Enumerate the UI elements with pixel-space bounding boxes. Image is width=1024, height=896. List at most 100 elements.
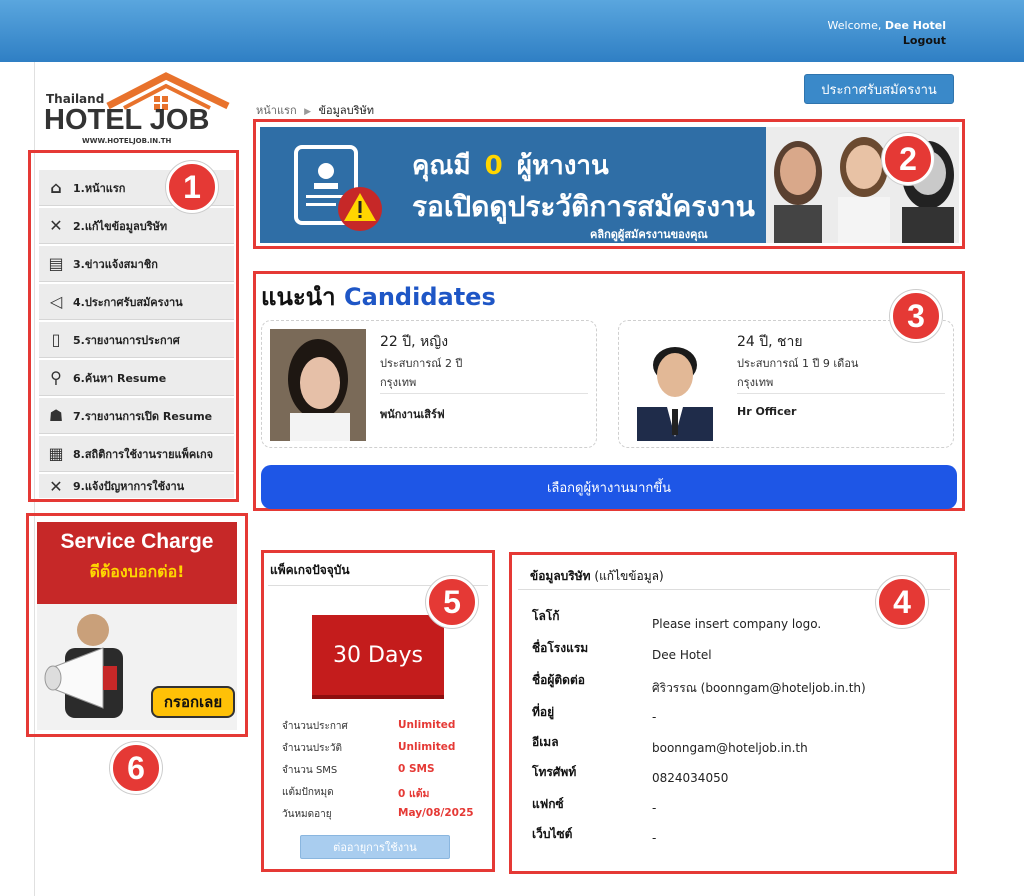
company-field-label: เว็บไซต์ bbox=[532, 827, 573, 841]
candidate-position: พนักงานเสิร์ฟ bbox=[380, 408, 445, 421]
package-row: แต้มปักหมุด 0 แต้ม bbox=[282, 785, 482, 800]
callout-badge-3: 3 bbox=[890, 290, 942, 342]
company-field-label: ชื่อโรงแรม bbox=[532, 641, 589, 655]
sidebar-item-resume-report[interactable]: ☗ 7.รายงานการเปิด Resume bbox=[39, 398, 234, 434]
package-row: จำนวนประกาศ Unlimited bbox=[282, 719, 482, 734]
package-row-value: Unlimited bbox=[398, 719, 456, 731]
callout-badge-2: 2 bbox=[882, 133, 934, 185]
sidebar-item-label: 3.ข่าวแจ้งสมาชิก bbox=[73, 257, 158, 271]
banner-panel: คุณมี 0 ผู้หางาน รอเปิดดูประวัติการสมัครงา… bbox=[260, 127, 959, 243]
applicants-banner[interactable]: คุณมี 0 ผู้หางาน รอเปิดดูประวัติการสมัครงา… bbox=[253, 119, 965, 249]
company-field-label: โทรศัพท์ bbox=[532, 765, 577, 779]
logo-line2: HOTEL JOB bbox=[44, 104, 210, 136]
post-job-button[interactable]: ประกาศรับสมัครงาน bbox=[804, 74, 954, 104]
home-icon: ⌂ bbox=[50, 178, 62, 197]
candidate-experience: ประสบการณ์ 1 ปี 9 เดือน bbox=[737, 357, 859, 370]
sidebar-item-label: 2.แก้ไขข้อมูลบริษัท bbox=[73, 219, 168, 233]
banner-prefix: คุณมี bbox=[412, 151, 471, 181]
package-row-value: Unlimited bbox=[398, 741, 456, 753]
more-candidates-button[interactable]: เลือกดูผู้หางานมากขึ้น bbox=[261, 465, 957, 509]
user-name: Dee Hotel bbox=[884, 19, 946, 32]
company-field-value: Please insert company logo. bbox=[652, 617, 822, 631]
sidebar-item-post-report[interactable]: ▯ 5.รายงานการประกาศ bbox=[39, 322, 234, 358]
sidebar-item-search-resume[interactable]: ⚲ 6.ค้นหา Resume bbox=[39, 360, 234, 396]
company-field-label: โลโก้ bbox=[532, 609, 560, 623]
callout-badge-1: 1 bbox=[166, 161, 218, 213]
card-divider bbox=[380, 393, 588, 394]
package-row: จำนวนประวัติ Unlimited bbox=[282, 741, 482, 756]
candidates-title-th: แนะนำ bbox=[261, 283, 336, 311]
promo-subtitle: ดีต้องบอกต่อ! bbox=[89, 562, 185, 581]
tools-icon: ✕ bbox=[49, 476, 63, 496]
company-field-value: - bbox=[652, 710, 657, 724]
candidate-age: 22 ปี, หญิง bbox=[380, 334, 449, 350]
package-row-label: จำนวนประกาศ bbox=[282, 721, 348, 732]
candidates-title-en: Candidates bbox=[344, 283, 496, 311]
banner-link[interactable]: คลิกดูผู้สมัครงานของคุณ bbox=[590, 225, 708, 243]
candidate-location: กรุงเทพ bbox=[737, 376, 774, 389]
service-charge-promo[interactable]: Service Charge ดีต้องบอกต่อ! กรอกเลย bbox=[26, 513, 248, 737]
candidate-card[interactable]: 22 ปี, หญิง ประสบการณ์ 2 ปี กรุงเทพ พนัก… bbox=[261, 320, 597, 448]
company-field-value: - bbox=[652, 831, 657, 845]
search-person-icon: ⚲ bbox=[50, 368, 62, 387]
package-row: วันหมดอายุ May/08/2025 bbox=[282, 807, 482, 822]
sidebar-item-report-problem[interactable]: ✕ 9.แจ้งปัญหาการใช้งาน bbox=[39, 474, 234, 498]
sidebar-item-label: 6.ค้นหา Resume bbox=[73, 371, 167, 385]
sidebar-item-edit-company[interactable]: ✕ 2.แก้ไขข้อมูลบริษัท bbox=[39, 208, 234, 244]
company-field-value: boonngam@hoteljob.in.th bbox=[652, 741, 808, 755]
promo-fill-button[interactable]: กรอกเลย bbox=[151, 686, 235, 718]
megaphone-person-icon bbox=[44, 614, 123, 718]
package-row-label: แต้มปักหมุด bbox=[282, 787, 334, 798]
package-row-value: May/08/2025 bbox=[398, 807, 474, 819]
sidebar-item-post-job[interactable]: ◁ 4.ประกาศรับสมัครงาน bbox=[39, 284, 234, 320]
candidate-photo bbox=[270, 329, 366, 441]
sidebar-item-label: 9.แจ้งปัญหาการใช้งาน bbox=[73, 480, 185, 493]
renew-package-button[interactable]: ต่ออายุการใช้งาน bbox=[300, 835, 450, 859]
company-field-label: แฟกซ์ bbox=[532, 797, 564, 811]
company-field-label: ที่อยู่ bbox=[532, 705, 555, 719]
document-icon: ▯ bbox=[51, 330, 61, 349]
sidebar-item-label: 1.หน้าแรก bbox=[73, 181, 126, 195]
package-title: แพ็คเกจปัจจุบัน bbox=[270, 563, 350, 577]
package-row-value: 0 SMS bbox=[398, 763, 435, 775]
package-row-label: จำนวนประวัติ bbox=[282, 743, 342, 754]
sidebar-item-label: 4.ประกาศรับสมัครงาน bbox=[73, 295, 183, 309]
company-field-value: ศิริวรรณ (boonngam@hoteljob.in.th) bbox=[652, 681, 866, 695]
site-logo[interactable]: Thailand HOTEL JOB WWW.HOTELJOB.IN.TH bbox=[42, 72, 237, 152]
package-days: 30 Days bbox=[312, 615, 444, 699]
edit-company-link[interactable]: (แก้ไขข้อมูล) bbox=[594, 569, 663, 583]
callout-badge-4: 4 bbox=[876, 576, 928, 628]
logo-url: WWW.HOTELJOB.IN.TH bbox=[82, 137, 172, 145]
sidebar-item-label: 5.รายงานการประกาศ bbox=[73, 333, 180, 347]
megaphone-icon: ◁ bbox=[49, 292, 63, 311]
top-bar: Welcome, Dee Hotel Logout bbox=[0, 0, 1024, 62]
company-field-value: - bbox=[652, 801, 657, 815]
applicant-count: 0 bbox=[484, 151, 503, 181]
sidebar-item-label: 7.รายงานการเปิด Resume bbox=[73, 409, 213, 423]
banner-suffix: ผู้หางาน bbox=[516, 151, 609, 181]
package-row-value: 0 แต้ม bbox=[398, 788, 430, 800]
card-divider bbox=[737, 393, 945, 394]
breadcrumb-home[interactable]: หน้าแรก bbox=[256, 104, 297, 117]
logout-link[interactable]: Logout bbox=[903, 34, 946, 47]
company-info-header: ข้อมูลบริษัท (แก้ไขข้อมูล) bbox=[530, 567, 664, 586]
candidate-location: กรุงเทพ bbox=[380, 376, 417, 389]
promo-title: Service Charge bbox=[60, 530, 214, 553]
sidebar-item-news[interactable]: ▤ 3.ข่าวแจ้งสมาชิก bbox=[39, 246, 234, 282]
company-info-title: ข้อมูลบริษัท bbox=[530, 569, 591, 583]
company-field-value: Dee Hotel bbox=[652, 648, 712, 662]
package-row-label: วันหมดอายุ bbox=[282, 809, 332, 820]
candidate-age: 24 ปี, ชาย bbox=[737, 334, 803, 350]
company-field-label: ชื่อผู้ติดต่อ bbox=[532, 673, 585, 687]
candidate-photo bbox=[627, 329, 723, 441]
breadcrumb-current: ข้อมูลบริษัท bbox=[318, 104, 375, 117]
stats-icon: ▦ bbox=[48, 444, 64, 463]
sidebar-item-label: 8.สถิติการใช้งานรายแพ็คเกจ bbox=[73, 447, 214, 461]
profile-warning-icon bbox=[294, 145, 382, 231]
candidate-experience: ประสบการณ์ 2 ปี bbox=[380, 357, 463, 370]
sidebar-item-package-stats[interactable]: ▦ 8.สถิติการใช้งานรายแพ็คเกจ bbox=[39, 436, 234, 472]
breadcrumb: หน้าแรก ▶ ข้อมูลบริษัท bbox=[256, 101, 374, 119]
candidates-title: แนะนำ Candidates bbox=[261, 277, 496, 316]
welcome-text: Welcome, Dee Hotel bbox=[828, 19, 946, 33]
company-field-value: 0824034050 bbox=[652, 771, 729, 785]
